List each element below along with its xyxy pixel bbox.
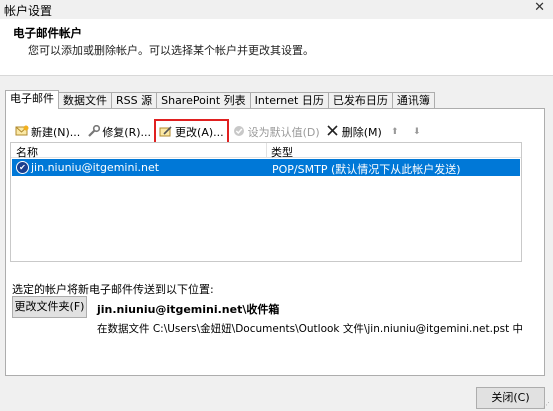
tab-rss[interactable]: RSS 源 <box>112 92 158 109</box>
arrow-down-icon: ⬇ <box>413 127 421 137</box>
new-button-label: 新建(N)... <box>31 126 81 139</box>
arrow-up-icon: ⬆ <box>391 127 399 137</box>
tab-strip: 电子邮件 数据文件 RSS 源 SharePoint 列表 Internet 日… <box>5 90 435 109</box>
remove-button[interactable]: 删除(M) <box>323 123 385 141</box>
change-folder-button[interactable]: 更改文件夹(F) <box>12 296 87 318</box>
new-button[interactable]: 新建(N)... <box>12 123 83 141</box>
window-title: 帐户设置 <box>4 4 53 18</box>
table-row[interactable]: ✔ jin.niuniu@itgemini.net POP/SMTP (默认情况… <box>12 159 520 176</box>
tab-internet-calendar[interactable]: Internet 日历 <box>250 92 329 109</box>
set-default-button[interactable]: 设为默认值(D) <box>229 123 323 141</box>
tab-sharepoint[interactable]: SharePoint 列表 <box>157 92 251 109</box>
tab-email[interactable]: 电子邮件 <box>5 90 59 109</box>
column-header-type[interactable]: 类型 <box>271 144 293 160</box>
account-name: jin.niuniu@itgemini.net <box>31 161 160 174</box>
column-header-name[interactable]: 名称 <box>16 144 38 160</box>
checkmark-circle-icon <box>232 125 246 139</box>
move-up-button[interactable]: ⬆ <box>385 123 407 141</box>
move-down-button[interactable]: ⬇ <box>407 123 429 141</box>
tab-data-files[interactable]: 数据文件 <box>59 92 112 109</box>
wrench-icon <box>86 124 100 139</box>
change-button-label: 更改(A)... <box>175 126 224 139</box>
delete-x-icon <box>326 125 340 139</box>
tab-published-calendar[interactable]: 已发布日历 <box>328 92 393 109</box>
header-subtitle: 您可以添加或删除帐户。可以选择某个帐户并更改其设置。 <box>28 44 314 57</box>
repair-button[interactable]: 修复(R)... <box>83 123 154 141</box>
data-file-path: 在数据文件 C:\Users\金妞妞\Documents\Outlook 文件\… <box>97 323 524 335</box>
header-title: 电子邮件帐户 <box>13 26 82 40</box>
resize-grip-icon[interactable]: ⋰ <box>543 401 551 409</box>
accounts-list[interactable]: 名称 类型 ✔ jin.niuniu@itgemini.net POP/SMTP… <box>10 142 522 262</box>
close-icon[interactable]: ✕ <box>534 0 545 15</box>
delivery-destination: jin.niuniu@itgemini.net\收件箱 <box>97 303 280 316</box>
tab-address-book[interactable]: 通讯簿 <box>392 92 435 109</box>
header-panel: 电子邮件帐户 您可以添加或删除帐户。可以选择某个帐户并更改其设置。 <box>0 19 553 76</box>
delivery-label: 选定的帐户将新电子邮件传送到以下位置: <box>12 283 214 296</box>
remove-button-label: 删除(M) <box>341 126 382 139</box>
repair-button-label: 修复(R)... <box>102 126 152 139</box>
new-account-icon <box>15 125 29 139</box>
account-type: POP/SMTP (默认情况下从此帐户发送) <box>272 163 461 176</box>
column-divider[interactable] <box>266 143 267 157</box>
set-default-button-label: 设为默认值(D) <box>247 126 320 139</box>
change-account-icon <box>159 125 173 139</box>
close-button[interactable]: 关闭(C) <box>476 387 545 409</box>
list-header: 名称 类型 <box>11 143 521 160</box>
default-account-check-icon: ✔ <box>16 161 29 174</box>
